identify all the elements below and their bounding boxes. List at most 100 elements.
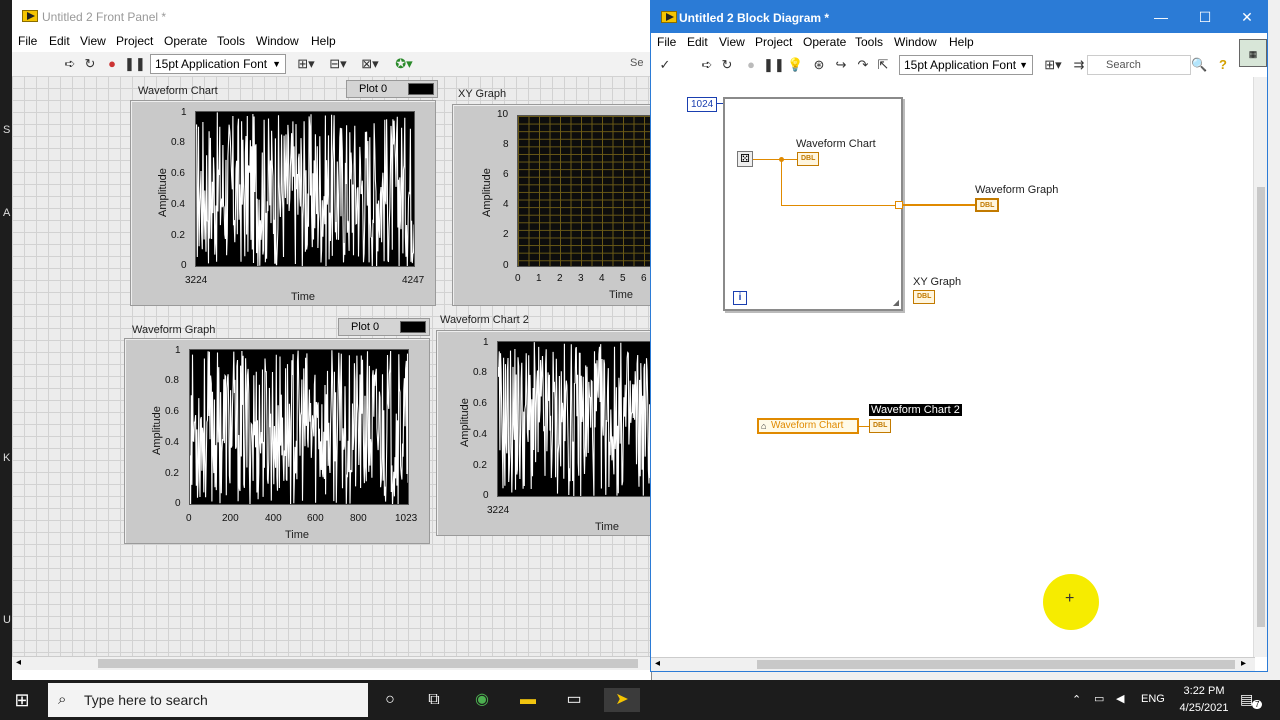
highlight-execution-bulb-icon[interactable]: 💡 xyxy=(787,57,803,73)
resize-handle-icon[interactable]: ◢ xyxy=(893,298,899,307)
waveform-chart[interactable]: Amplitude 1 0.8 0.6 0.4 0.2 0 3224 4247 … xyxy=(130,100,436,306)
step-over-icon[interactable]: ↷ xyxy=(855,57,871,73)
abort-icon[interactable]: ● xyxy=(104,56,120,72)
waveform-chart-plot-area[interactable] xyxy=(195,111,415,267)
menu-operate[interactable]: Operate xyxy=(803,35,846,49)
block-diagram-canvas[interactable]: 1024 N i ◢ ⚄ Waveform Chart DBL Waveform… xyxy=(651,77,1255,657)
show-hidden-icons-icon[interactable]: ⌃ xyxy=(1072,693,1081,706)
block-diagram-titlebar[interactable]: Untitled 2 Block Diagram * — ☐ ✕ xyxy=(651,1,1267,33)
waveform-chart-2-terminal-label[interactable]: Waveform Chart 2 xyxy=(869,404,962,416)
scroll-thumb[interactable] xyxy=(757,660,1235,669)
loop-tunnel[interactable] xyxy=(895,201,903,209)
run-continuously-icon[interactable]: ↻ xyxy=(719,57,735,73)
front-panel-horizontal-scrollbar[interactable]: ◂ xyxy=(12,656,652,670)
waveform-chart-plot-legend[interactable]: Plot 0 xyxy=(346,80,438,98)
menu-help[interactable]: Help xyxy=(949,35,974,49)
step-into-icon[interactable]: ↪ xyxy=(833,57,849,73)
volume-icon[interactable]: ◀ xyxy=(1116,692,1124,705)
pause-icon[interactable]: ❚❚ xyxy=(763,57,785,73)
waveform-chart-terminal[interactable]: DBL xyxy=(797,152,820,166)
clean-up-diagram-icon[interactable]: ⇉ xyxy=(1071,57,1087,73)
task-view-icon[interactable]: ⧉ xyxy=(422,688,446,712)
menu-file[interactable]: File xyxy=(657,35,676,49)
waveform-graph-plot-area[interactable] xyxy=(189,349,409,505)
file-explorer-icon[interactable]: ▬ xyxy=(516,688,540,712)
menu-project[interactable]: Project xyxy=(755,35,792,49)
front-panel-titlebar[interactable]: Untitled 2 Front Panel * xyxy=(12,0,652,32)
clock-date[interactable]: 4/25/2021 xyxy=(1174,702,1234,714)
clock-time[interactable]: 3:22 PM xyxy=(1180,685,1228,697)
waveform-chart-2-terminal[interactable]: DBL xyxy=(869,419,892,433)
for-loop-structure[interactable]: i ◢ xyxy=(723,97,903,311)
search-stub[interactable]: Se xyxy=(630,57,643,69)
scroll-left-icon[interactable]: ◂ xyxy=(16,657,21,668)
waveform-graph[interactable]: Amplitude 1 0.8 0.6 0.4 0.2 0 0 200 400 … xyxy=(124,338,430,544)
block-diagram-vertical-scrollbar[interactable] xyxy=(1253,77,1267,657)
search-input[interactable]: Search xyxy=(1087,55,1191,75)
scroll-thumb[interactable] xyxy=(1257,187,1265,627)
waveform-chart-property-node[interactable]: ⌂ Waveform Chart xyxy=(757,418,859,434)
vi-icon[interactable]: ▦ xyxy=(1239,39,1267,67)
abort-icon[interactable]: ● xyxy=(743,57,759,73)
cortana-icon[interactable]: ○ xyxy=(378,688,402,712)
align-objects-icon[interactable]: ⊞▾ xyxy=(294,56,318,72)
menu-edit[interactable]: Edit xyxy=(687,35,708,49)
close-icon[interactable]: ✕ xyxy=(1237,9,1257,26)
menu-view[interactable]: View xyxy=(719,35,745,49)
x-tick: 6 xyxy=(641,273,647,284)
minimize-icon[interactable]: — xyxy=(1151,9,1171,25)
front-panel-window[interactable]: Untitled 2 Front Panel * File Edit View … xyxy=(12,0,653,680)
scroll-thumb[interactable] xyxy=(98,659,638,668)
loop-count-constant[interactable]: 1024 xyxy=(687,97,718,112)
block-diagram-window[interactable]: Untitled 2 Block Diagram * — ☐ ✕ File Ed… xyxy=(650,0,1268,672)
menu-window[interactable]: Window xyxy=(256,34,299,48)
scroll-left-icon[interactable]: ◂ xyxy=(655,658,660,669)
run-continuously-icon[interactable]: ↻ xyxy=(82,56,98,72)
menu-operate[interactable]: Operate xyxy=(164,34,207,48)
maximize-icon[interactable]: ☐ xyxy=(1195,9,1215,26)
pause-icon[interactable]: ❚❚ xyxy=(124,56,146,72)
run-arrow-icon[interactable]: ➪ xyxy=(62,56,78,72)
plot-line-swatch-icon xyxy=(400,321,426,333)
resize-objects-icon[interactable]: ⊠▾ xyxy=(358,56,382,72)
random-number-dice-icon[interactable]: ⚄ xyxy=(737,151,753,167)
run-arrow-icon[interactable]: ➪ xyxy=(699,57,715,73)
labview-taskbar-icon[interactable]: ➤ xyxy=(604,688,640,712)
waveform-chart-2[interactable]: Amplitude 1 0.8 0.6 0.4 0.2 0 3224 Time xyxy=(436,330,653,536)
step-out-icon[interactable]: ⇱ xyxy=(875,57,891,73)
menu-view[interactable]: View xyxy=(80,34,106,48)
xy-graph-plot-area[interactable] xyxy=(517,115,653,267)
terminal-icon[interactable]: ▭ xyxy=(562,688,586,712)
font-selector[interactable]: 15pt Application Font ▼ xyxy=(899,55,1033,75)
language-indicator[interactable]: ENG xyxy=(1141,693,1165,705)
retain-wire-values-icon[interactable]: ⊛ xyxy=(811,57,827,73)
checkmark-icon[interactable]: ✓ xyxy=(657,57,673,73)
windows-start-icon[interactable]: ⊞ xyxy=(10,688,34,712)
distribute-objects-icon[interactable]: ⊟▾ xyxy=(326,56,350,72)
xy-graph[interactable]: Amplitude 10 8 6 4 2 0 0 1 2 3 4 5 6 Tim… xyxy=(452,104,653,306)
network-icon[interactable]: ▭ xyxy=(1094,692,1104,705)
chrome-icon[interactable]: ◉ xyxy=(470,688,494,712)
search-icon[interactable]: 🔍 xyxy=(1191,57,1207,73)
menu-edit[interactable]: Edit xyxy=(49,34,70,48)
menu-help[interactable]: Help xyxy=(311,34,336,48)
menu-tools[interactable]: Tools xyxy=(855,35,883,49)
waveform-chart-2-plot-area[interactable] xyxy=(497,341,653,497)
waveform-graph-plot-legend[interactable]: Plot 0 xyxy=(338,318,430,336)
menu-file[interactable]: File xyxy=(18,34,37,48)
reorder-icon[interactable]: ✪▾ xyxy=(392,56,416,72)
front-panel-canvas[interactable]: Waveform Chart Plot 0 Amplitude 1 0.8 0.… xyxy=(12,76,653,656)
help-icon[interactable]: ? xyxy=(1215,57,1231,73)
waveform-graph-terminal[interactable]: DBL xyxy=(975,198,1000,212)
y-tick: 10 xyxy=(497,109,509,120)
menu-tools[interactable]: Tools xyxy=(217,34,245,48)
scroll-right-icon[interactable]: ▸ xyxy=(1241,658,1246,669)
font-selector[interactable]: 15pt Application Font ▼ xyxy=(150,54,286,74)
x-tick: 200 xyxy=(222,513,239,524)
align-objects-icon[interactable]: ⊞▾ xyxy=(1041,57,1065,73)
block-diagram-horizontal-scrollbar[interactable]: ◂ ▸ xyxy=(651,657,1255,671)
xy-graph-terminal[interactable]: DBL xyxy=(913,290,936,304)
taskbar-search-input[interactable]: ⌕ Type here to search xyxy=(48,683,368,717)
menu-project[interactable]: Project xyxy=(116,34,153,48)
menu-window[interactable]: Window xyxy=(894,35,937,49)
